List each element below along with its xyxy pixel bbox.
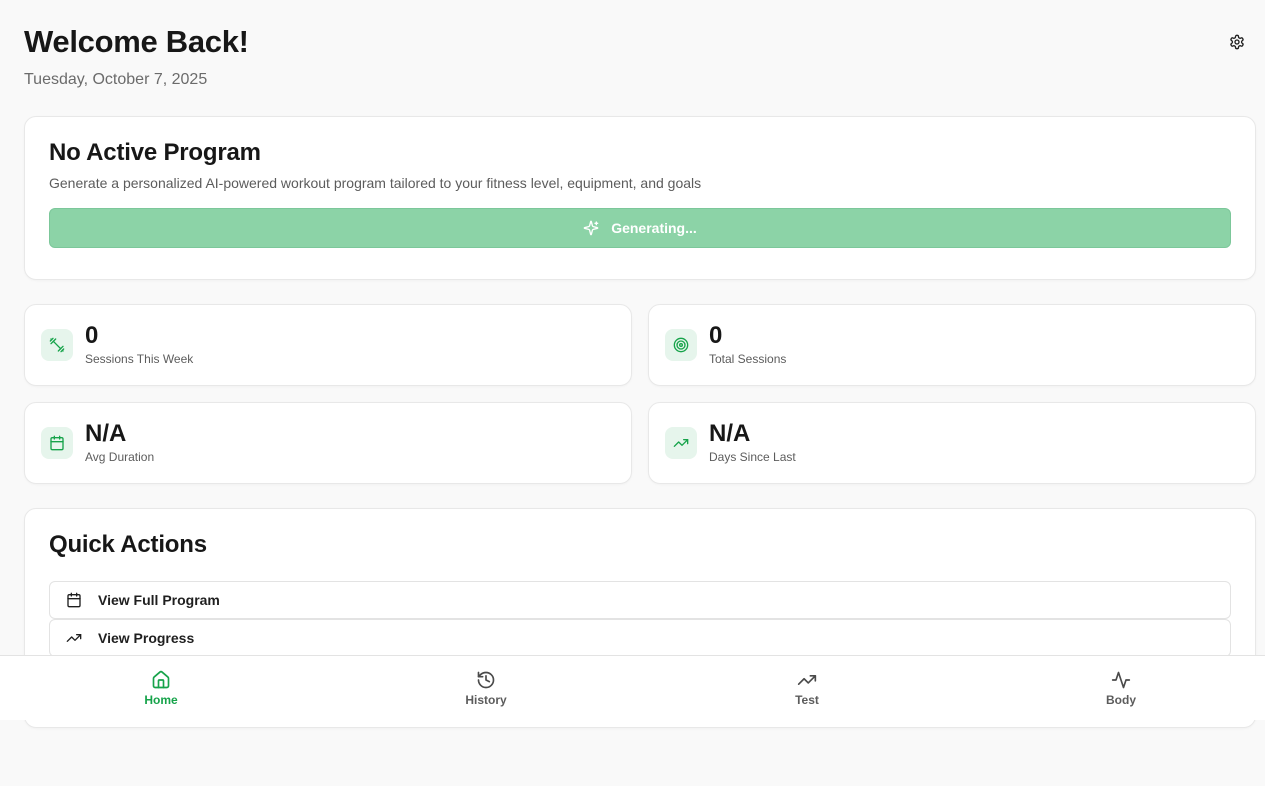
dashboard-page: Welcome Back! Tuesday, October 7, 2025 N…: [0, 0, 1265, 786]
settings-button[interactable]: [1227, 32, 1247, 52]
quick-action-label: View Full Program: [98, 592, 220, 608]
nav-item-home[interactable]: Home: [101, 656, 221, 720]
nav-label: Body: [1106, 692, 1136, 707]
program-description: Generate a personalized AI-powered worko…: [49, 175, 702, 191]
quick-actions-title: Quick Actions: [49, 531, 207, 558]
nav-item-history[interactable]: History: [426, 656, 546, 720]
trending-up-icon: [66, 630, 82, 646]
stat-card-sessions-this-week: 0 Sessions This Week: [24, 304, 632, 386]
nav-label: History: [465, 692, 507, 707]
calendar-icon: [41, 427, 73, 459]
stat-value: 0: [85, 322, 99, 349]
history-icon: [476, 670, 496, 690]
stat-card-days-since-last: N/A Days Since Last: [648, 402, 1256, 484]
gear-icon: [1229, 34, 1245, 50]
stat-card-total-sessions: 0 Total Sessions: [648, 304, 1256, 386]
trending-up-icon: [797, 670, 817, 690]
activity-icon: [1111, 670, 1131, 690]
bottom-nav: Home History Test Body: [0, 655, 1265, 720]
program-card: No Active Program Generate a personalize…: [24, 116, 1256, 280]
view-full-program-button[interactable]: View Full Program: [49, 581, 1231, 619]
trending-up-icon: [665, 427, 697, 459]
stat-label: Days Since Last: [709, 450, 796, 464]
sparkles-icon: [583, 220, 599, 236]
quick-action-label: View Progress: [98, 630, 195, 646]
program-title: No Active Program: [49, 139, 261, 166]
nav-label: Home: [144, 692, 178, 707]
stat-label: Total Sessions: [709, 352, 787, 366]
stat-value: N/A: [85, 420, 127, 447]
calendar-icon: [66, 592, 82, 608]
dumbbell-icon: [41, 329, 73, 361]
nav-item-test[interactable]: Test: [747, 656, 867, 720]
generate-program-button[interactable]: Generating...: [49, 208, 1231, 248]
page-title: Welcome Back!: [24, 24, 249, 59]
stat-card-avg-duration: N/A Avg Duration: [24, 402, 632, 484]
stat-value: N/A: [709, 420, 751, 447]
stat-label: Avg Duration: [85, 450, 155, 464]
stat-value: 0: [709, 322, 723, 349]
current-date: Tuesday, October 7, 2025: [24, 71, 208, 88]
target-icon: [665, 329, 697, 361]
header: Welcome Back! Tuesday, October 7, 2025: [24, 22, 1265, 102]
stat-label: Sessions This Week: [85, 352, 194, 366]
nav-label: Test: [795, 692, 819, 707]
view-progress-button[interactable]: View Progress: [49, 619, 1231, 657]
generate-button-label: Generating...: [611, 220, 697, 236]
home-icon: [151, 670, 171, 690]
nav-item-body[interactable]: Body: [1061, 656, 1181, 720]
